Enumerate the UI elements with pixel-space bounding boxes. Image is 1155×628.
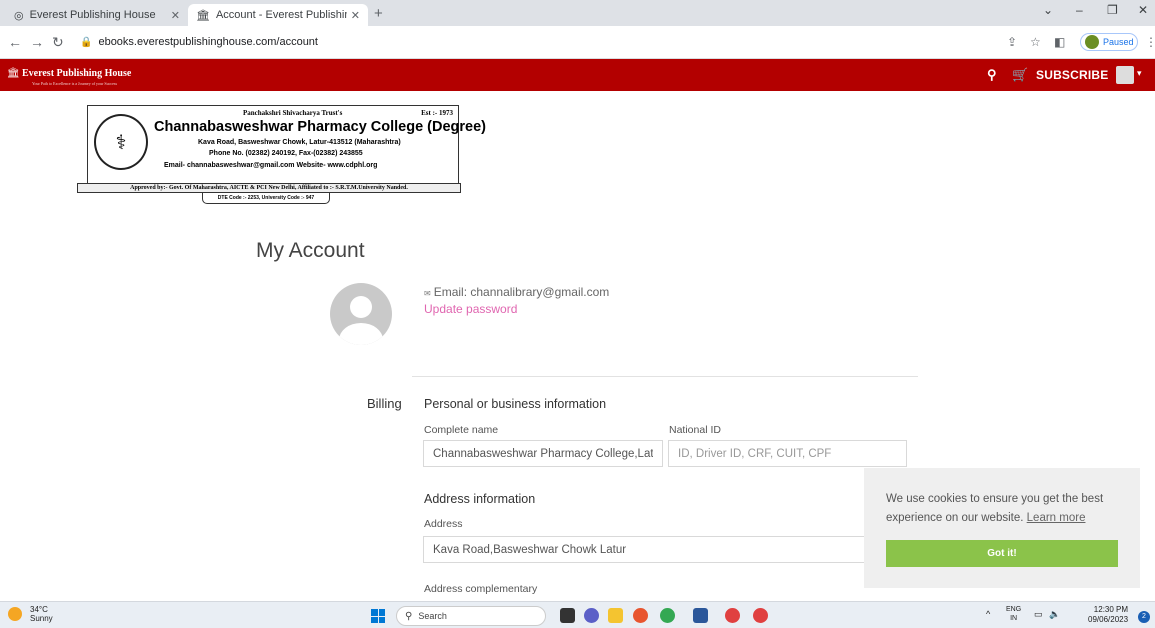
address-complementary-label: Address complementary — [424, 583, 538, 595]
chat-icon[interactable] — [584, 608, 599, 623]
lock-icon: 🔒 — [80, 36, 93, 48]
menu-kebab-icon[interactable]: ⋮ — [1145, 35, 1155, 49]
tab-everest-publishing-house[interactable]: ◎ Everest Publishing House ✕ — [6, 4, 188, 26]
learn-more-link[interactable]: Learn more — [1027, 512, 1086, 524]
temperature: 34°C — [30, 605, 48, 614]
search-label: Search — [418, 611, 447, 621]
college-address: Kava Road, Basweshwar Chowk, Latur-41351… — [198, 139, 401, 146]
profile-avatar — [330, 283, 392, 345]
profile-button[interactable]: Paused — [1080, 33, 1138, 51]
complete-name-label: Complete name — [424, 424, 499, 436]
address-input[interactable] — [423, 536, 907, 563]
tab-label: Account - Everest Publishing Hou — [215, 9, 347, 21]
chevron-up-icon[interactable]: ^ — [986, 609, 990, 619]
tab-account[interactable]: 🏛 Account - Everest Publishing Hou ✕ — [188, 4, 368, 26]
update-password-link[interactable]: Update password — [424, 302, 517, 316]
app-icon[interactable] — [753, 608, 768, 623]
tab-search-chevron-icon[interactable]: ⌄ — [1043, 3, 1053, 17]
clock-date: 09/06/2023 — [1088, 615, 1129, 624]
cart-icon[interactable]: 🛒 — [1012, 67, 1028, 83]
page-title: My Account — [256, 239, 365, 262]
email-text: Email: channalibrary@gmail.com — [433, 285, 610, 299]
search-icon[interactable]: ⚲ — [987, 67, 997, 83]
weather-widget[interactable]: 34°C Sunny — [8, 605, 53, 623]
search-icon: ⚲ — [405, 610, 413, 622]
taskbar-search[interactable]: ⚲ Search — [396, 606, 546, 626]
dte-codes: DTE Code :- 2253, University Code :- 947 — [202, 193, 330, 204]
forward-arrow-icon[interactable]: → — [30, 34, 44, 50]
word-icon[interactable] — [693, 608, 708, 623]
side-panel-icon[interactable]: ◧ — [1054, 35, 1065, 49]
site-header: 🏛 Everest Publishing House Your Path to … — [0, 59, 1155, 91]
app-icon[interactable] — [725, 608, 740, 623]
approval-text: Approved by:- Govt. Of Maharashtra, AICT… — [77, 183, 461, 193]
share-icon[interactable]: ⇪ — [1007, 35, 1017, 49]
sun-icon — [8, 607, 22, 621]
tab-label: Everest Publishing House — [29, 9, 156, 21]
minimize-icon[interactable]: – — [1076, 3, 1083, 17]
profile-avatar — [1085, 35, 1099, 49]
bookmark-star-icon[interactable]: ☆ — [1030, 35, 1041, 49]
national-id-label: National ID — [669, 424, 721, 436]
brand-logo-icon: 🏛 — [7, 68, 20, 79]
url-bar[interactable]: 🔒 ebooks.everestpublishinghouse.com/acco… — [80, 31, 980, 53]
brand-name: Everest Publishing House — [22, 68, 132, 79]
globe-icon: ◎ — [14, 9, 24, 22]
envelope-icon: ✉ — [424, 289, 431, 298]
trust-name: Panchakshri Shivacharya Trust's — [243, 109, 343, 117]
college-banner: ⚕ Panchakshri Shivacharya Trust's Est :-… — [87, 105, 486, 185]
personal-info-heading: Personal or business information — [424, 397, 607, 411]
profile-status: Paused — [1103, 37, 1134, 47]
user-avatar[interactable] — [1116, 66, 1134, 84]
close-tab-icon[interactable]: ✕ — [171, 9, 180, 22]
browser-tab-bar: ◎ Everest Publishing House ✕ 🏛 Account -… — [0, 0, 1155, 26]
college-phone: Phone No. (02382) 240192, Fax-(02382) 24… — [209, 150, 363, 157]
notification-badge[interactable]: 2 — [1138, 611, 1150, 623]
section-divider — [412, 376, 918, 377]
weather-condition: Sunny — [30, 614, 53, 623]
task-view-icon[interactable] — [560, 608, 575, 623]
system-clock[interactable]: 12:30 PM 09/06/2023 — [1088, 605, 1128, 625]
file-explorer-icon[interactable] — [608, 608, 623, 623]
billing-heading: Billing — [367, 396, 402, 411]
windows-taskbar: 34°C Sunny ⚲ Search ^ ENG IN ▭ 🔈 12:30 P… — [0, 601, 1155, 628]
address-label: Address — [424, 518, 463, 530]
speaker-icon[interactable]: 🔈 — [1049, 609, 1060, 620]
clock-time: 12:30 PM — [1093, 605, 1129, 614]
back-arrow-icon[interactable]: ← — [8, 34, 22, 50]
chrome-icon[interactable] — [660, 608, 675, 623]
account-email: ✉ Email: channalibrary@gmail.com — [424, 285, 609, 299]
brand-link[interactable]: Everest Publishing House Your Path to Ex… — [22, 68, 132, 86]
brand-tagline: Your Path to Excellence is a Journey of … — [32, 81, 118, 86]
language-code: ENG — [1006, 606, 1022, 613]
url-text: ebooks.everestpublishinghouse.com/accoun… — [98, 36, 318, 48]
college-name: Channabasweshwar Pharmacy College (Degre… — [154, 119, 487, 135]
new-tab-icon[interactable]: + — [374, 5, 383, 22]
reload-icon[interactable]: ↻ — [52, 34, 64, 51]
cookie-banner: We use cookies to ensure you get the bes… — [864, 468, 1140, 588]
restore-icon[interactable]: ❐ — [1107, 3, 1118, 17]
complete-name-input[interactable] — [423, 440, 663, 467]
college-seal-icon: ⚕ — [94, 114, 148, 170]
language-indicator[interactable]: ENG IN — [1006, 605, 1021, 623]
cookie-message: We use cookies to ensure you get the bes… — [886, 490, 1126, 528]
national-id-input[interactable] — [668, 440, 907, 467]
subscribe-button[interactable]: SUBSCRIBE — [1036, 68, 1108, 82]
firefox-icon[interactable] — [633, 608, 648, 623]
college-contact: Email- channabasweshwar@gmail.com Websit… — [164, 162, 378, 169]
established-year: Est :- 1973 — [421, 109, 453, 117]
windows-start-icon[interactable] — [371, 609, 385, 623]
address-bar-row: ← → ↻ 🔒 ebooks.everestpublishinghouse.co… — [0, 26, 1155, 59]
region-code: IN — [1010, 615, 1018, 622]
display-icon[interactable]: ▭ — [1034, 609, 1043, 620]
chevron-down-icon[interactable]: ▾ — [1137, 68, 1142, 79]
site-favicon-icon: 🏛 — [196, 9, 210, 22]
address-info-heading: Address information — [424, 492, 536, 506]
close-tab-icon[interactable]: ✕ — [351, 9, 360, 22]
close-window-icon[interactable]: ✕ — [1138, 3, 1148, 17]
got-it-button[interactable]: Got it! — [886, 540, 1118, 567]
